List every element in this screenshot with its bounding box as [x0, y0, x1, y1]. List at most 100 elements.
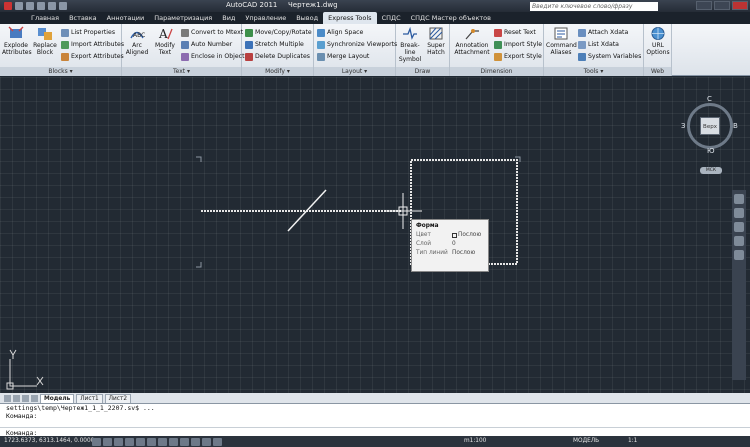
- align-space-button[interactable]: Align Space: [317, 27, 363, 38]
- enclose-in-object-button[interactable]: Enclose in Object: [181, 51, 245, 62]
- explode-attributes-button[interactable]: Explode Attributes: [2, 26, 32, 56]
- ducs-icon[interactable]: [158, 438, 167, 446]
- dyn-icon[interactable]: [169, 438, 178, 446]
- tab-spds[interactable]: СПДС: [377, 12, 406, 24]
- tab-sheet2[interactable]: Лист2: [104, 393, 132, 403]
- move-copy-rotate-button[interactable]: Move/Copy/Rotate: [245, 27, 312, 38]
- viewcube-face-top[interactable]: Верх: [700, 117, 720, 135]
- tab-express-tools[interactable]: Express Tools: [323, 12, 377, 24]
- osnap-icon[interactable]: [136, 438, 145, 446]
- export-attributes-button[interactable]: Export Attributes: [61, 51, 124, 62]
- command-line[interactable]: settings\temp\Чертеж1_1_1_2207.sv$ ... К…: [0, 403, 750, 437]
- super-hatch-icon: [429, 27, 443, 40]
- maximize-button[interactable]: [714, 1, 730, 10]
- otrack-icon[interactable]: [147, 438, 156, 446]
- zoom-icon[interactable]: [734, 222, 744, 232]
- snap-icon[interactable]: [92, 438, 101, 446]
- tab-spds-master[interactable]: СПДС Мастер объектов: [406, 12, 496, 24]
- list-xdata-icon: [578, 40, 586, 49]
- super-hatch-button[interactable]: Super Hatch: [423, 26, 449, 56]
- tab-view[interactable]: Вид: [217, 12, 240, 24]
- selection-cycling-icon[interactable]: [213, 438, 222, 446]
- url-options-button[interactable]: URL Options: [644, 26, 672, 56]
- reset-text-button[interactable]: Reset Text: [494, 27, 536, 38]
- compass-north-label[interactable]: С: [707, 95, 712, 103]
- attach-xdata-button[interactable]: Attach Xdata: [578, 27, 628, 38]
- search-input[interactable]: Введите ключевое слово/фразу: [530, 2, 658, 11]
- replace-block-button[interactable]: Replace Block: [31, 26, 59, 56]
- drawing-canvas[interactable]: Верх С Ю З В МСК: [0, 77, 750, 393]
- panel-title-modify[interactable]: Modify ▾: [242, 67, 313, 76]
- annotation-scale[interactable]: 1:1: [628, 438, 637, 444]
- diagonal-line[interactable]: [287, 189, 327, 232]
- quick-access-toolbar[interactable]: [4, 2, 67, 10]
- undo-icon[interactable]: [48, 2, 56, 10]
- import-style-button[interactable]: Import Style: [494, 39, 542, 50]
- showmotion-icon[interactable]: [734, 250, 744, 260]
- export-style-button[interactable]: Export Style: [494, 51, 542, 62]
- synchronize-viewports-button[interactable]: Synchronize Viewports: [317, 39, 397, 50]
- next-layout-icon[interactable]: [22, 394, 29, 402]
- panel-title-dimension[interactable]: Dimension: [450, 67, 543, 76]
- import-attributes-button[interactable]: Import Attributes: [61, 39, 124, 50]
- list-properties-button[interactable]: List Properties: [61, 27, 115, 38]
- new-icon[interactable]: [15, 2, 23, 10]
- grid-icon[interactable]: [103, 438, 112, 446]
- tab-insert[interactable]: Вставка: [64, 12, 102, 24]
- save-icon[interactable]: [37, 2, 45, 10]
- panel-title-draw[interactable]: Draw: [396, 67, 449, 76]
- panel-layout: Align Space Synchronize Viewports Merge …: [314, 24, 397, 76]
- annotation-attachment-icon: [465, 29, 479, 40]
- arc-aligned-button[interactable]: ABC Arc Aligned: [123, 26, 151, 56]
- panel-title-layout[interactable]: Layout ▾: [314, 67, 395, 76]
- ortho-icon[interactable]: [114, 438, 123, 446]
- annotation-attachment-button[interactable]: Annotation Attachment: [452, 26, 492, 56]
- auto-number-button[interactable]: Auto Number: [181, 39, 232, 50]
- panel-title-tools[interactable]: Tools ▾: [544, 67, 643, 76]
- compass-west-label[interactable]: З: [681, 122, 686, 130]
- open-icon[interactable]: [26, 2, 34, 10]
- polar-icon[interactable]: [125, 438, 134, 446]
- lineweight-icon[interactable]: [180, 438, 189, 446]
- title-bar: AutoCAD 2011 Чертеж1.dwg Введите ключево…: [0, 0, 750, 12]
- panel-title-text[interactable]: Text ▾: [122, 67, 241, 76]
- merge-layout-button[interactable]: Merge Layout: [317, 51, 369, 62]
- coordinates-readout[interactable]: 1723.6373, 6313.1464, 0.0000: [4, 438, 94, 444]
- pan-icon[interactable]: [734, 208, 744, 218]
- panel-title-blocks[interactable]: Blocks ▾: [0, 67, 121, 76]
- convert-to-mtext-button[interactable]: Convert to Mtext: [181, 27, 243, 38]
- panel-title-web[interactable]: Web: [644, 67, 671, 76]
- redo-icon[interactable]: [59, 2, 67, 10]
- steering-wheel-icon[interactable]: [734, 194, 744, 204]
- model-space-toggle[interactable]: МОДЕЛЬ: [573, 438, 599, 444]
- delete-duplicates-button[interactable]: Delete Duplicates: [245, 51, 310, 62]
- scale-readout[interactable]: m1:100: [464, 438, 486, 444]
- tab-annotate[interactable]: Аннотации: [102, 12, 150, 24]
- tab-parametric[interactable]: Параметризация: [149, 12, 217, 24]
- tab-sheet1[interactable]: Лист1: [76, 393, 103, 403]
- tab-home[interactable]: Главная: [26, 12, 64, 24]
- viewcube[interactable]: Верх С Ю З В: [681, 95, 738, 157]
- quick-properties-icon[interactable]: [202, 438, 211, 446]
- tab-manage[interactable]: Управление: [240, 12, 291, 24]
- list-xdata-button[interactable]: List Xdata: [578, 39, 619, 50]
- tab-model[interactable]: Модель: [40, 393, 75, 403]
- close-button[interactable]: [732, 1, 748, 10]
- tab-output[interactable]: Вывод: [291, 12, 323, 24]
- transparency-icon[interactable]: [191, 438, 200, 446]
- compass-east-label[interactable]: В: [733, 122, 738, 130]
- modify-text-button[interactable]: A Modify Text: [151, 26, 179, 56]
- tooltip-row-layer: Слой 0: [416, 241, 456, 247]
- system-variables-button[interactable]: System Variables: [578, 51, 641, 62]
- prev-layout-icon[interactable]: [13, 394, 20, 402]
- app-menu-icon[interactable]: [4, 2, 12, 10]
- first-layout-icon[interactable]: [4, 394, 11, 402]
- minimize-button[interactable]: [696, 1, 712, 10]
- wcs-menu-button[interactable]: МСК: [700, 167, 722, 174]
- orbit-icon[interactable]: [734, 236, 744, 246]
- break-line-symbol-button[interactable]: Break-line Symbol: [396, 26, 424, 63]
- last-layout-icon[interactable]: [31, 394, 38, 402]
- command-aliases-button[interactable]: Command Aliases: [546, 26, 577, 56]
- stretch-multiple-button[interactable]: Stretch Multiple: [245, 39, 304, 50]
- compass-south-label[interactable]: Ю: [707, 147, 715, 155]
